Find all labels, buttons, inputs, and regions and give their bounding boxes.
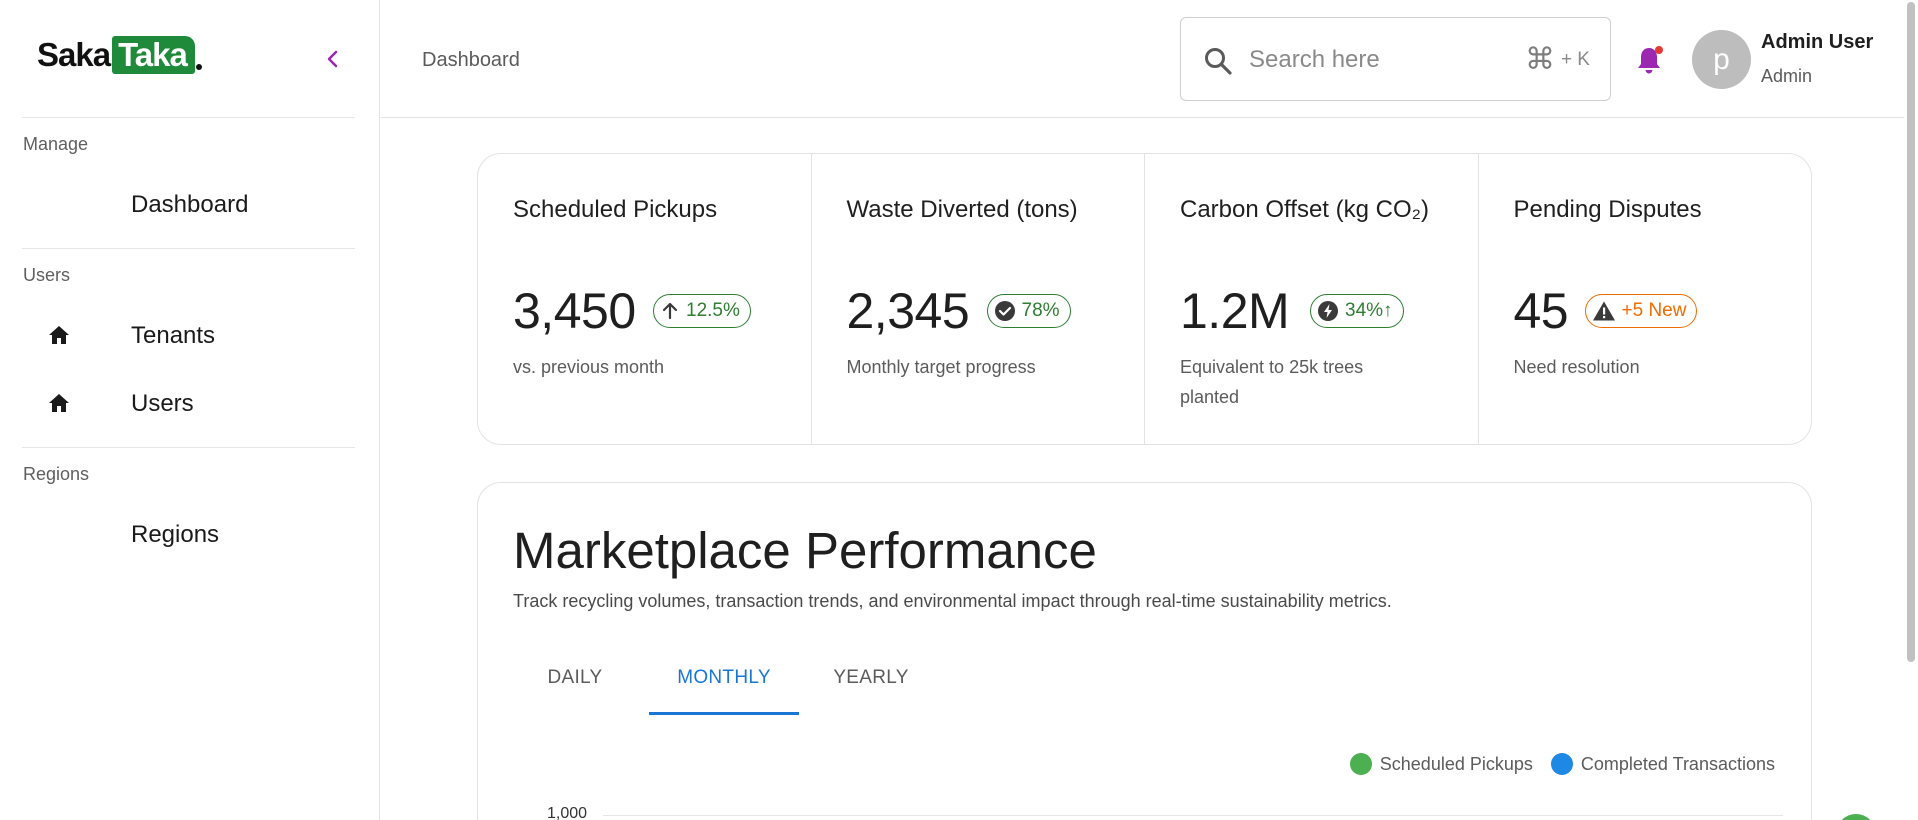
sidebar: Saka Taka Manage Dashboard Users Tenants… xyxy=(0,0,380,820)
stat-badge-label: 34%↑ xyxy=(1345,300,1393,321)
sidebar-divider xyxy=(22,447,355,448)
stat-value: 1.2M xyxy=(1180,283,1290,339)
legend-swatch xyxy=(1550,753,1573,775)
section-title: Marketplace Performance xyxy=(513,522,1097,579)
stat-waste-diverted: Waste Diverted (tons) 2,345 78% Monthly … xyxy=(812,154,1145,444)
app-root: Saka Taka Manage Dashboard Users Tenants… xyxy=(0,0,1918,820)
stat-carbon-offset: Carbon Offset (kg CO₂) 1.2M 34%↑ Equival… xyxy=(1145,154,1479,444)
stat-title: Carbon Offset (kg CO₂) xyxy=(1180,196,1429,223)
stat-note: Monthly target progress xyxy=(846,357,1036,377)
arrow-up-icon xyxy=(662,302,678,320)
sidebar-item-label: Dashboard xyxy=(131,191,249,218)
stat-title: Scheduled Pickups xyxy=(513,196,718,223)
breadcrumb[interactable]: Dashboard xyxy=(422,49,520,72)
search-box[interactable]: ⌘ + K xyxy=(1180,17,1611,101)
stat-badge-label: +5 New xyxy=(1621,300,1687,321)
eco-bolt-icon xyxy=(1318,301,1338,321)
bell-icon xyxy=(1638,46,1663,74)
stat-note: vs. previous month xyxy=(513,357,665,377)
legend-label: Scheduled Pickups xyxy=(1379,753,1533,774)
home-icon xyxy=(49,326,69,344)
stat-badge-label: 78% xyxy=(1021,300,1060,321)
marketplace-performance-card: Marketplace Performance Track recycling … xyxy=(477,482,1812,820)
stat-note: Equivalent to 25k trees planted xyxy=(1180,357,1364,407)
legend-item-completed-transactions[interactable]: Completed Transactions xyxy=(1550,753,1775,775)
sidebar-divider xyxy=(22,117,355,118)
home-icon xyxy=(49,394,69,412)
sidebar-item-dashboard[interactable]: Dashboard xyxy=(22,180,355,230)
collapse-sidebar-button[interactable] xyxy=(320,46,346,72)
search-icon xyxy=(1205,48,1232,75)
legend-item-scheduled-pickups[interactable]: Scheduled Pickups xyxy=(1349,753,1533,775)
brand-dot xyxy=(195,64,202,70)
stat-pending-disputes: Pending Disputes 45 +5 New Need resoluti… xyxy=(1479,154,1812,444)
command-key-icon: ⌘ xyxy=(1524,43,1555,76)
search-input[interactable] xyxy=(1249,44,1519,76)
sidebar-item-label: Users xyxy=(131,390,194,417)
sidebar-item-label: Regions xyxy=(131,521,220,548)
legend-label: Completed Transactions xyxy=(1580,753,1775,774)
tab-monthly[interactable]: MONTHLY xyxy=(649,667,799,727)
chart-grid-line xyxy=(603,815,1783,816)
section-subtitle: Track recycling volumes, transaction tre… xyxy=(513,591,1392,611)
page-scrollbar[interactable] xyxy=(1904,0,1918,820)
chart-legend: Scheduled Pickups Completed Transactions xyxy=(1332,753,1775,775)
stat-title: Pending Disputes xyxy=(1513,196,1702,223)
user-role: Admin xyxy=(1761,66,1813,86)
legend-swatch xyxy=(1349,753,1372,775)
check-circle-icon xyxy=(994,301,1015,321)
sidebar-divider xyxy=(22,248,355,249)
stat-value: 2,345 xyxy=(846,283,970,339)
scrollbar-thumb[interactable] xyxy=(1907,2,1915,662)
stat-badge: 34%↑ xyxy=(1310,294,1404,328)
stat-badge: +5 New xyxy=(1584,294,1698,328)
brand-text-saka: Saka xyxy=(37,36,111,73)
active-tab-indicator xyxy=(649,712,799,715)
section-label-regions: Regions xyxy=(23,464,90,484)
floating-action-button[interactable] xyxy=(1836,814,1876,820)
brand-logo[interactable]: Saka Taka xyxy=(37,36,202,74)
stat-badge: 78% xyxy=(986,294,1071,328)
user-name[interactable]: Admin User xyxy=(1761,31,1873,54)
top-header: Dashboard ⌘ + K p Admin User Admin xyxy=(381,0,1918,118)
stat-scheduled-pickups: Scheduled Pickups 3,450 12.5% vs. previo… xyxy=(478,154,812,444)
sidebar-item-users[interactable]: Users xyxy=(22,379,355,429)
stat-value: 3,450 xyxy=(513,283,636,339)
search-shortcut-hint: ⌘ + K xyxy=(1525,45,1590,75)
section-label-users: Users xyxy=(23,265,71,285)
warning-icon xyxy=(1592,301,1615,321)
sidebar-item-regions[interactable]: Regions xyxy=(22,510,355,560)
sidebar-item-tenants[interactable]: Tenants xyxy=(22,311,355,361)
tab-yearly[interactable]: YEARLY xyxy=(816,667,926,727)
stats-card: Scheduled Pickups 3,450 12.5% vs. previo… xyxy=(477,153,1812,445)
stat-value: 45 xyxy=(1513,283,1569,339)
tab-daily[interactable]: DAILY xyxy=(525,667,625,727)
stat-badge-label: 12.5% xyxy=(686,300,740,321)
stat-note: Need resolution xyxy=(1513,357,1640,377)
brand-text-taka: Taka xyxy=(112,36,195,74)
shortcut-key-label: + K xyxy=(1560,49,1590,70)
notifications-button[interactable] xyxy=(1635,44,1665,76)
y-axis-tick-label: 1,000 xyxy=(547,805,588,820)
stat-badge: 12.5% xyxy=(653,294,751,328)
section-label-manage: Manage xyxy=(23,134,89,154)
avatar[interactable]: p xyxy=(1692,30,1751,89)
stat-title: Waste Diverted (tons) xyxy=(846,196,1078,223)
chevron-left-icon xyxy=(327,50,338,68)
sidebar-item-label: Tenants xyxy=(131,322,216,349)
